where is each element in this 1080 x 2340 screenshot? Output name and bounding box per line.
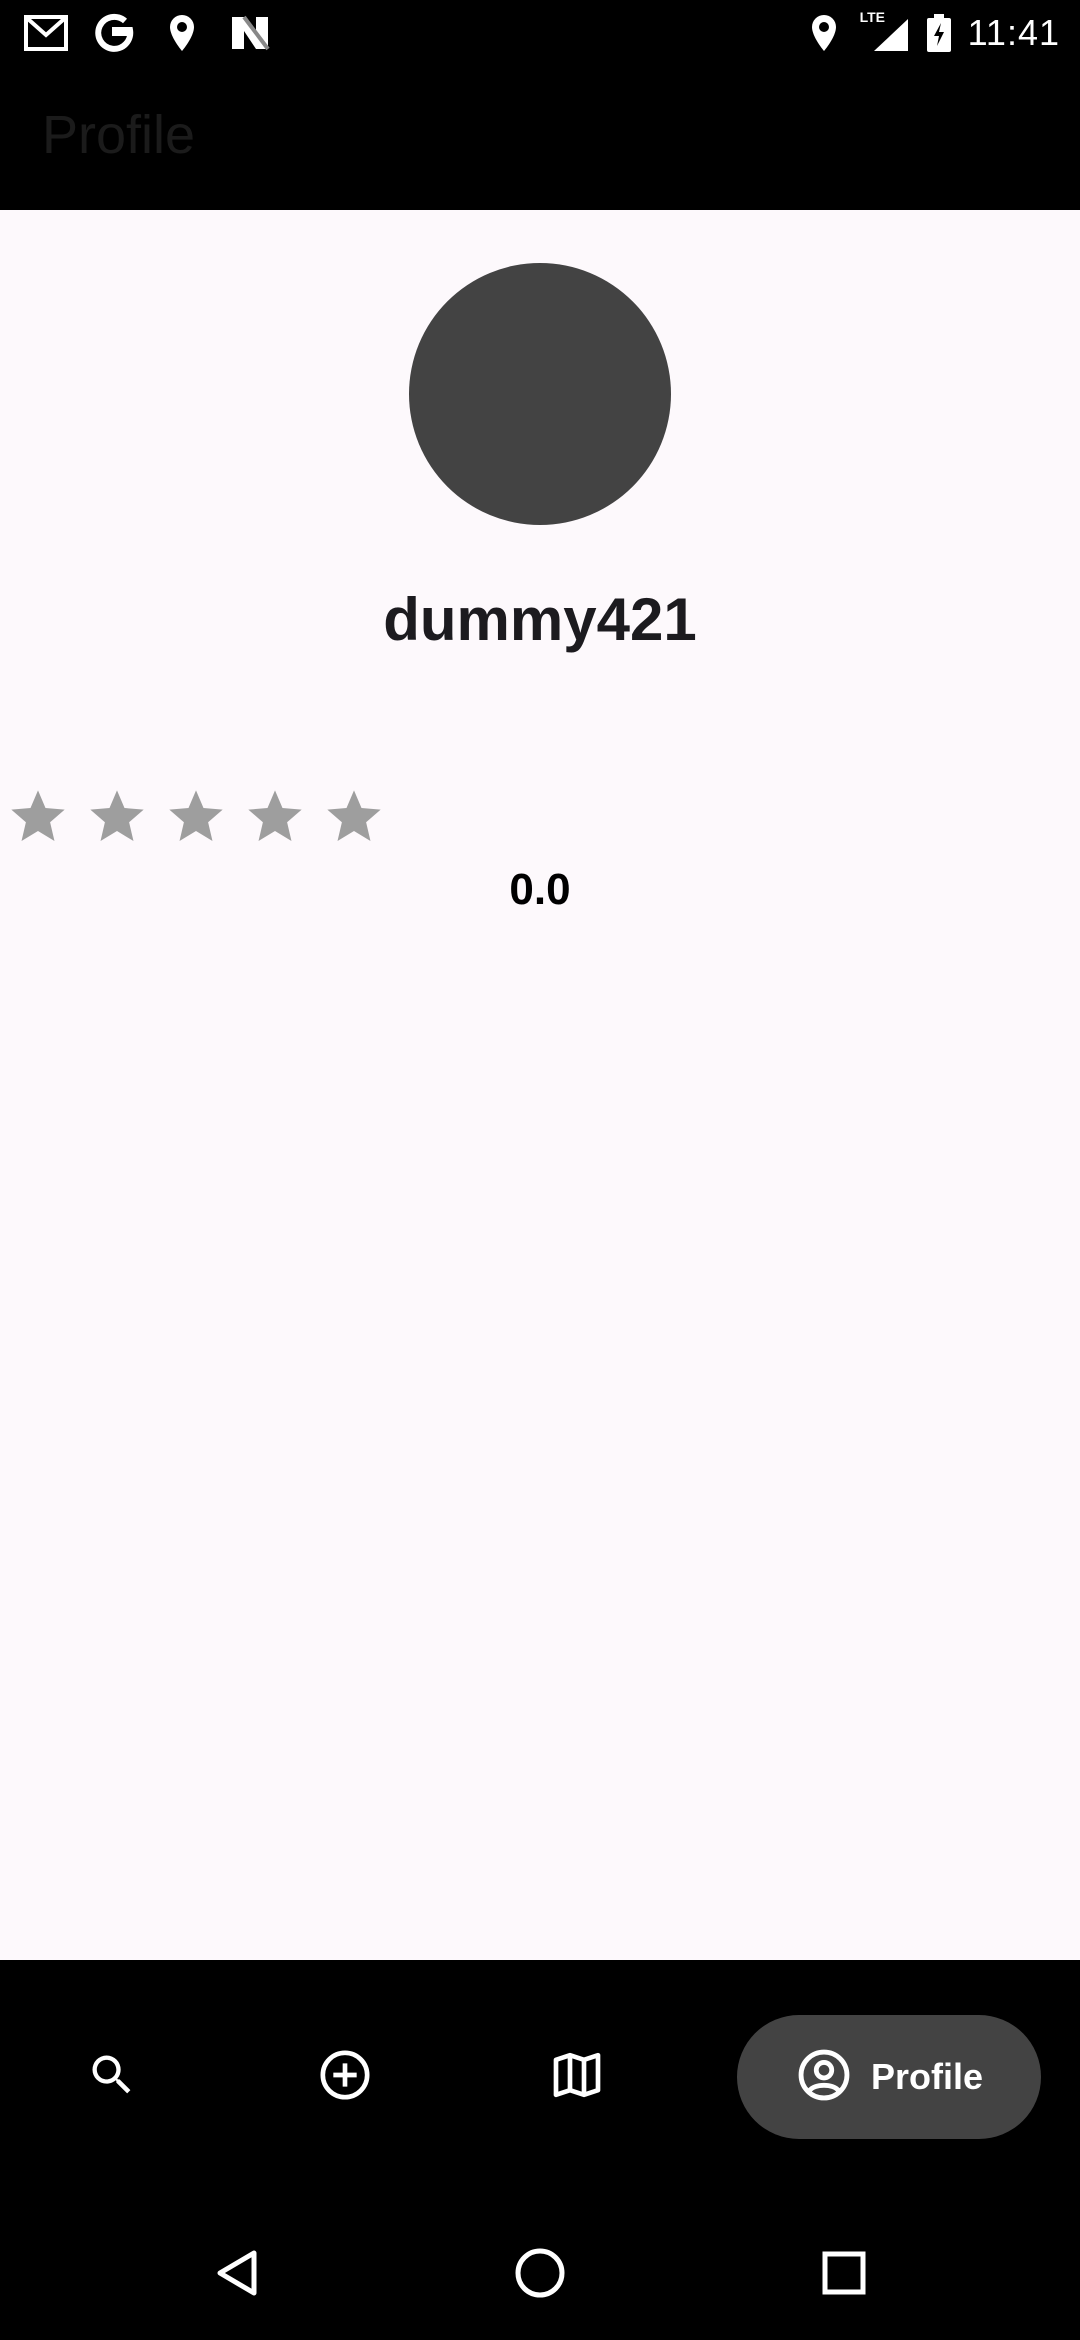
gmail-icon bbox=[24, 11, 68, 55]
system-status-icons: LTE 11:41 bbox=[802, 9, 1060, 56]
nav-search[interactable] bbox=[57, 2015, 167, 2139]
recents-button[interactable] bbox=[814, 2245, 874, 2305]
home-icon bbox=[513, 2246, 567, 2305]
nav-add[interactable] bbox=[290, 2015, 400, 2139]
lte-signal-icon: LTE bbox=[859, 9, 910, 55]
location-icon bbox=[802, 11, 846, 55]
recents-icon bbox=[820, 2249, 868, 2302]
network-label: LTE bbox=[859, 9, 885, 25]
system-navigation-bar bbox=[0, 2210, 1080, 2340]
avatar bbox=[409, 263, 671, 525]
news-icon bbox=[228, 11, 272, 55]
nav-profile-label: Profile bbox=[870, 2056, 984, 2097]
star-icon bbox=[243, 785, 307, 849]
star-icon bbox=[85, 785, 149, 849]
nav-profile[interactable]: Profile bbox=[737, 2015, 1041, 2139]
bottom-navigation: Profile bbox=[0, 1960, 1080, 2210]
status-bar: LTE 11:41 bbox=[0, 0, 1080, 66]
location-icon bbox=[160, 11, 204, 55]
account-circle-icon bbox=[795, 2046, 853, 2109]
back-button[interactable] bbox=[206, 2245, 266, 2305]
battery-charging-icon bbox=[924, 11, 954, 55]
add-circle-icon bbox=[317, 2047, 373, 2108]
profile-content: dummy421 0.0 bbox=[0, 210, 1080, 1960]
star-icon bbox=[164, 785, 228, 849]
star-icon bbox=[322, 785, 386, 849]
rating-stars bbox=[6, 785, 386, 849]
page-title: Profile bbox=[42, 105, 196, 165]
clock: 11:41 bbox=[967, 12, 1060, 53]
home-button[interactable] bbox=[510, 2245, 570, 2305]
app-bar: Profile bbox=[0, 66, 1080, 210]
back-icon bbox=[210, 2247, 262, 2304]
rating-value: 0.0 bbox=[509, 865, 571, 914]
star-icon bbox=[6, 785, 70, 849]
username: dummy421 bbox=[383, 586, 697, 653]
search-icon bbox=[86, 2049, 138, 2106]
map-icon bbox=[549, 2047, 605, 2108]
nav-map[interactable] bbox=[522, 2015, 632, 2139]
notification-icons bbox=[24, 10, 272, 56]
google-icon bbox=[92, 11, 136, 55]
